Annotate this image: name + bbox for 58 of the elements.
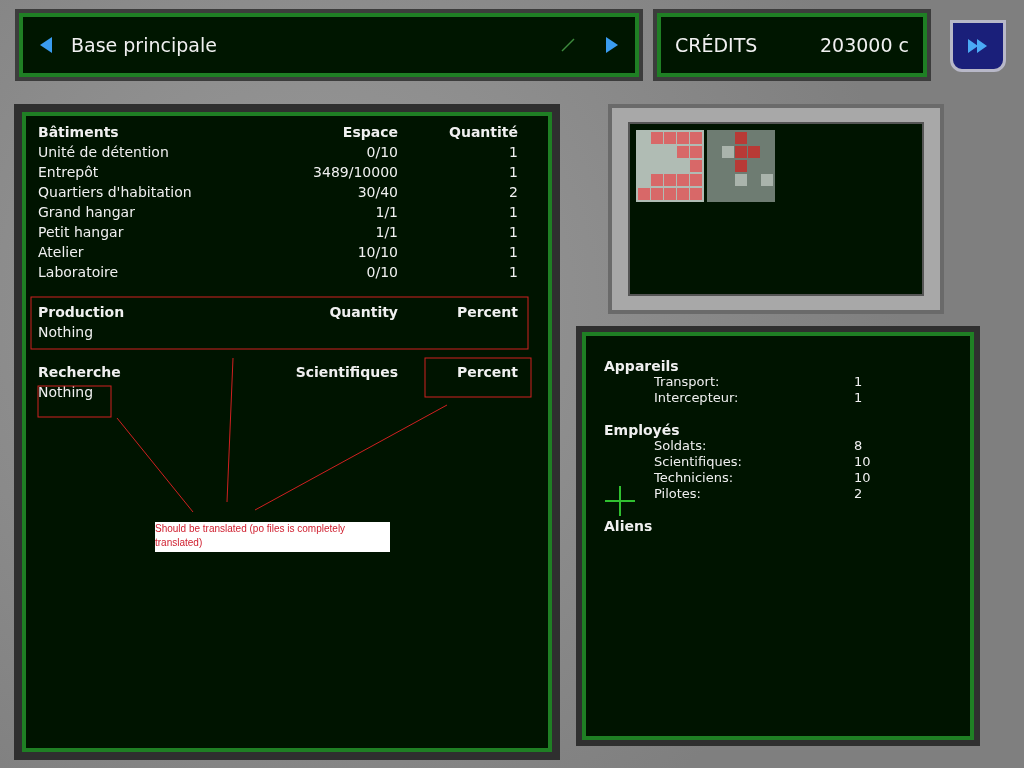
building-space: 10/10 (356, 243, 398, 262)
summary-value: 2 (854, 486, 864, 502)
fast-forward-icon (967, 38, 989, 54)
summary-label: Intercepteur: (654, 390, 740, 406)
section-title: Appareils (604, 358, 680, 374)
next-arrow-icon[interactable] (605, 36, 619, 54)
building-quantity: 1 (508, 263, 518, 282)
building-quantity: 1 (508, 203, 518, 222)
column-header: Recherche (38, 363, 122, 382)
summary-label: Transport: (654, 374, 721, 390)
summary-value: 10 (854, 454, 872, 470)
column-header: Percent (455, 303, 518, 322)
building-name: Unité de détention (38, 143, 170, 162)
column-header: Quantity (328, 303, 398, 322)
building-name: Grand hangar (38, 203, 136, 222)
slash-icon[interactable] (561, 38, 575, 52)
building-space: 30/40 (356, 183, 398, 202)
building-space: 3489/10000 (312, 163, 398, 182)
previous-arrow-icon[interactable] (39, 36, 53, 54)
building-space: 0/10 (365, 263, 398, 282)
column-header: Scientifiques (294, 363, 398, 382)
summary-label: Scientifiques: (654, 454, 743, 470)
column-header: Espace (341, 123, 398, 142)
building-name: Entrepôt (38, 163, 100, 182)
building-quantity: 1 (508, 163, 518, 182)
building-name: Laboratoire (38, 263, 120, 282)
crosshair-icon (604, 485, 636, 517)
empty-message: Nothing (38, 383, 94, 402)
annotation-note: Should be translated (po files is completely translated) (155, 522, 390, 552)
building-space: 0/10 (365, 143, 398, 162)
summary-label: Soldats: (654, 438, 708, 454)
building-name: Quartiers d'habitation (38, 183, 193, 202)
summary-label: Pilotes: (654, 486, 702, 502)
column-header: Bâtiments (38, 123, 120, 142)
fast-forward-button[interactable] (950, 20, 1006, 72)
credits-value: 203000 c (819, 34, 909, 56)
credits-label: CRÉDITS (675, 34, 758, 56)
summary-label: Techniciens: (654, 470, 735, 486)
section-title: Employés (604, 422, 681, 438)
building-name: Atelier (38, 243, 85, 262)
base-name: Base principale (71, 34, 218, 56)
empty-message: Nothing (38, 323, 94, 342)
summary-value: 1 (854, 390, 864, 406)
building-space: 1/1 (374, 203, 398, 222)
summary-value: 8 (854, 438, 864, 454)
column-header: Quantité (448, 123, 518, 142)
building-name: Petit hangar (38, 223, 125, 242)
section-title: Aliens (604, 518, 654, 534)
building-quantity: 1 (508, 143, 518, 162)
building-space: 1/1 (374, 223, 398, 242)
column-header: Percent (455, 363, 518, 382)
column-header: Production (38, 303, 126, 322)
summary-value: 10 (854, 470, 872, 486)
base-map-drawing[interactable] (636, 130, 776, 202)
summary-value: 1 (854, 374, 864, 390)
building-quantity: 2 (508, 183, 518, 202)
building-quantity: 1 (508, 223, 518, 242)
building-quantity: 1 (508, 243, 518, 262)
